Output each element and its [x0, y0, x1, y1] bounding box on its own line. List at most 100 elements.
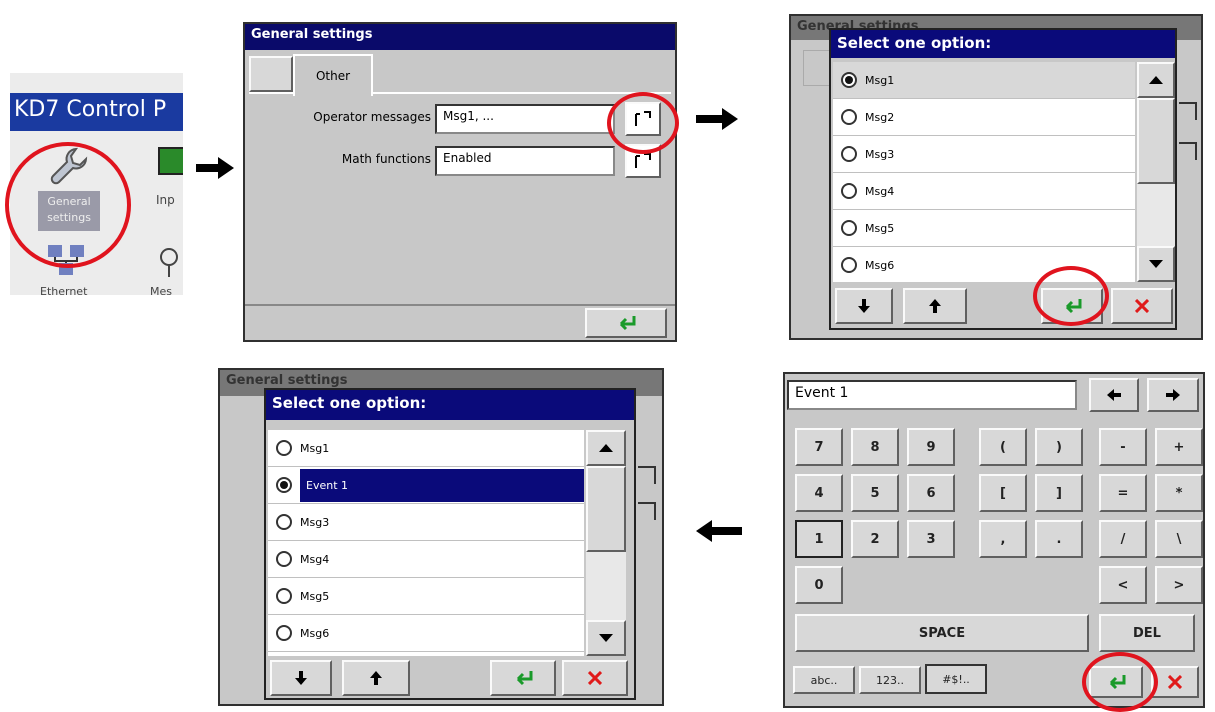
key[interactable]: 0	[795, 566, 843, 604]
key[interactable]: >	[1155, 566, 1203, 604]
ok-button[interactable]	[585, 308, 667, 338]
scroll-down-button[interactable]	[1137, 246, 1175, 282]
list-item[interactable]: Msg2	[833, 99, 1135, 136]
dialog-title: Select one option:	[831, 30, 1175, 58]
key[interactable]: 7	[795, 428, 843, 466]
delete-key[interactable]: DEL	[1099, 614, 1195, 652]
key[interactable]: <	[1099, 566, 1147, 604]
list-item[interactable]: Event 1	[268, 467, 584, 504]
list-item[interactable]: Msg1	[268, 430, 584, 467]
key[interactable]: =	[1099, 474, 1147, 512]
message-icon[interactable]	[156, 245, 183, 281]
arrow-left-icon	[696, 520, 742, 542]
space-key[interactable]: SPACE	[795, 614, 1089, 652]
input-chart-icon[interactable]	[158, 147, 183, 175]
mode-tab-symbols[interactable]: #$!..	[925, 664, 987, 694]
scrollbar[interactable]	[586, 430, 626, 656]
list-item[interactable]: Msg3	[268, 504, 584, 541]
radio-button[interactable]	[841, 146, 857, 162]
tab-blank[interactable]	[249, 56, 293, 92]
page-up-button[interactable]	[342, 660, 410, 696]
radio-button[interactable]	[841, 109, 857, 125]
key[interactable]: 9	[907, 428, 955, 466]
page-down-button[interactable]	[835, 288, 893, 324]
key[interactable]: 8	[851, 428, 899, 466]
key[interactable]: 6	[907, 474, 955, 512]
key[interactable]: -	[1099, 428, 1147, 466]
scroll-thumb[interactable]	[1137, 98, 1175, 184]
panel-select-option-after: General settings Select one option: Msg1…	[218, 368, 664, 706]
cancel-button[interactable]	[1151, 666, 1199, 698]
key[interactable]: ]	[1035, 474, 1083, 512]
radio-button[interactable]	[841, 183, 857, 199]
ethernet-label: Ethernet	[40, 285, 88, 295]
page-down-button[interactable]	[270, 660, 332, 696]
dialog-title: Select one option:	[266, 390, 634, 420]
radio-button[interactable]	[276, 440, 292, 456]
list-item[interactable]: Msg4	[268, 541, 584, 578]
radio-button[interactable]	[841, 257, 857, 273]
scroll-up-button[interactable]	[1137, 62, 1175, 98]
key[interactable]: *	[1155, 474, 1203, 512]
key[interactable]: 3	[907, 520, 955, 558]
arrow-right-icon	[196, 157, 234, 179]
key[interactable]: \	[1155, 520, 1203, 558]
key[interactable]: +	[1155, 428, 1203, 466]
cancel-button[interactable]	[562, 660, 628, 696]
bg-edit-icon	[1179, 102, 1197, 120]
highlight-edit-button	[607, 92, 679, 154]
cursor-left-button[interactable]	[1089, 378, 1139, 412]
enter-icon	[619, 316, 636, 331]
arrow-up-icon	[929, 299, 941, 313]
radio-button[interactable]	[276, 625, 292, 641]
mode-tab-123[interactable]: 123..	[859, 666, 921, 694]
scrollbar[interactable]	[1137, 62, 1175, 282]
cursor-right-button[interactable]	[1147, 378, 1199, 412]
radio-button[interactable]	[276, 551, 292, 567]
key[interactable]: (	[979, 428, 1027, 466]
radio-button[interactable]	[276, 477, 292, 493]
message-label: Mes	[150, 285, 172, 295]
radio-button[interactable]	[276, 514, 292, 530]
arrow-right-icon	[1166, 389, 1180, 401]
list-item[interactable]: Msg5	[833, 210, 1135, 247]
list-item[interactable]: Msg5	[268, 578, 584, 615]
key[interactable]: /	[1099, 520, 1147, 558]
option-list: Msg1 Msg2 Msg3 Msg4 Msg5 Msg6	[833, 62, 1135, 282]
triangle-up-icon	[1149, 76, 1163, 84]
radio-button[interactable]	[841, 220, 857, 236]
arrow-right-icon	[696, 108, 738, 130]
keyboard-input[interactable]: Event 1	[787, 380, 1077, 410]
list-item[interactable]: Msg4	[833, 173, 1135, 210]
key[interactable]: 2	[851, 520, 899, 558]
page-up-button[interactable]	[903, 288, 967, 324]
math-functions-field[interactable]: Enabled	[435, 146, 615, 176]
key[interactable]: 5	[851, 474, 899, 512]
select-dialog: Select one option: Msg1 Msg2 Msg3 Msg4 M…	[829, 28, 1177, 330]
key[interactable]: .	[1035, 520, 1083, 558]
list-item[interactable]: Msg6	[268, 615, 584, 652]
arrow-left-icon	[1107, 389, 1121, 401]
key[interactable]: )	[1035, 428, 1083, 466]
triangle-up-icon	[599, 444, 613, 452]
close-icon	[1168, 675, 1182, 689]
operator-messages-field[interactable]: Msg1, ...	[435, 104, 615, 134]
scroll-thumb[interactable]	[586, 466, 626, 552]
key[interactable]: 4	[795, 474, 843, 512]
radio-button[interactable]	[276, 588, 292, 604]
radio-button[interactable]	[841, 72, 857, 88]
selected-option: Event 1	[300, 468, 584, 502]
key[interactable]: [	[979, 474, 1027, 512]
key[interactable]: ,	[979, 520, 1027, 558]
panel-general-settings: General settings Other Operator messages…	[243, 22, 677, 342]
tab-other[interactable]: Other	[293, 54, 373, 96]
cancel-button[interactable]	[1111, 288, 1173, 324]
mode-tab-abc[interactable]: abc..	[793, 666, 855, 694]
confirm-button[interactable]	[490, 660, 556, 696]
scroll-up-button[interactable]	[586, 430, 626, 466]
highlight-keyboard-confirm	[1082, 652, 1158, 712]
list-item[interactable]: Msg3	[833, 136, 1135, 173]
list-item[interactable]: Msg1	[833, 62, 1135, 99]
key[interactable]: 1	[795, 520, 843, 558]
scroll-down-button[interactable]	[586, 620, 626, 656]
